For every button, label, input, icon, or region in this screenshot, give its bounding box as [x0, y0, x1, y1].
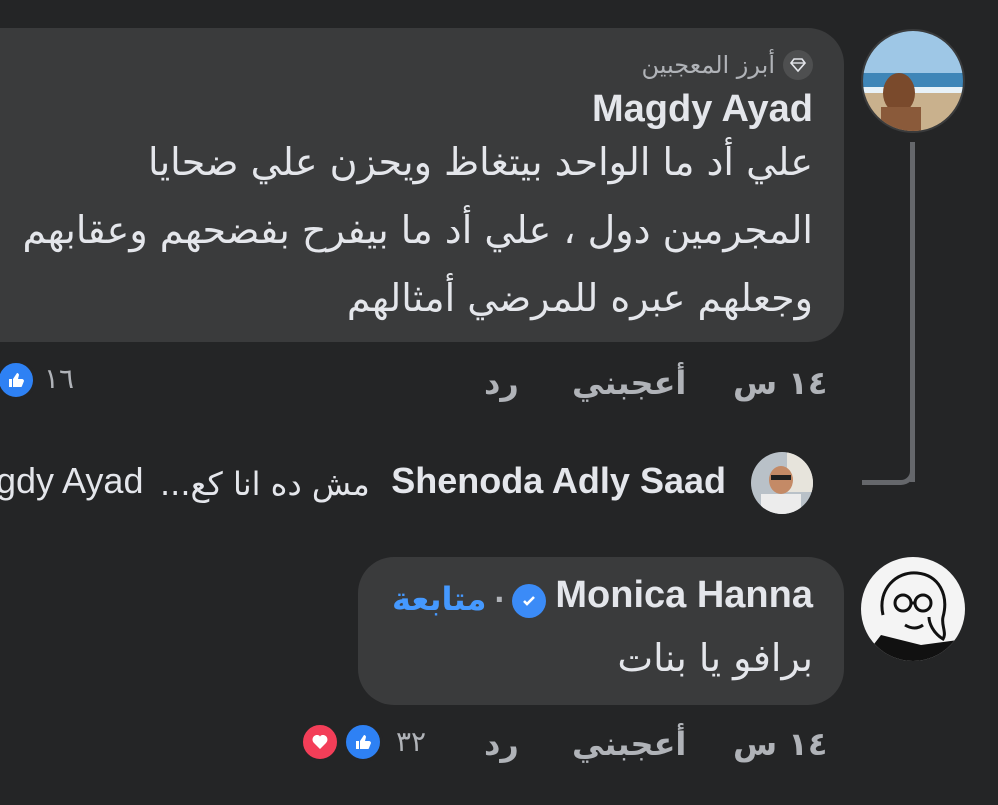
comment-text: برافو يا بنات [617, 636, 813, 680]
separator-dot: · [494, 583, 505, 616]
comment-text-line: علي أد ما الواحد بيتغاظ ويحزن علي ضحايا [148, 140, 813, 184]
avatar-image [861, 557, 965, 661]
thread-connector [862, 440, 915, 485]
comment-text-line: المجرمين دول ، علي أد ما بيفرح بفضحهم وع… [22, 208, 813, 252]
avatar-magdy-ayad[interactable] [861, 29, 965, 133]
thread-line [910, 142, 915, 482]
reply-author[interactable]: Shenoda Adly Saad [391, 460, 726, 502]
diamond-icon [783, 50, 813, 80]
avatar-image [863, 31, 963, 131]
like-reaction-icon [0, 360, 36, 400]
follow-link[interactable]: متابعة [392, 580, 486, 618]
comment-author[interactable]: Magdy Ayad [592, 88, 813, 131]
comment-timestamp[interactable]: ١٤ س [733, 364, 827, 402]
reply-preview[interactable]: مش ده انا كع... [160, 465, 370, 503]
top-fan-badge: أبرز المعجبين [641, 50, 813, 80]
like-button[interactable]: أعجبني [572, 364, 686, 402]
avatar-monica-hanna[interactable] [861, 557, 965, 661]
love-reaction-icon [300, 722, 340, 762]
reply-mention[interactable]: gdy Ayad [0, 460, 143, 502]
comment-text-line: وجعلهم عبره للمرضي أمثالهم [346, 276, 813, 320]
reply-button[interactable]: رد [484, 364, 519, 402]
top-fan-label: أبرز المعجبين [641, 51, 776, 79]
verified-badge-icon [512, 584, 546, 618]
comment-author[interactable]: Monica Hanna [555, 574, 813, 617]
avatar-shenoda-adly-saad[interactable] [751, 452, 813, 514]
like-button[interactable]: أعجبني [572, 725, 686, 763]
avatar-image [751, 452, 813, 514]
reply-button[interactable]: رد [484, 725, 519, 763]
comment-timestamp[interactable]: ١٤ س [733, 725, 827, 763]
like-reaction-icon [343, 722, 383, 762]
reaction-count[interactable]: ١٦ [44, 362, 74, 395]
reaction-count[interactable]: ٣٢ [396, 725, 426, 758]
